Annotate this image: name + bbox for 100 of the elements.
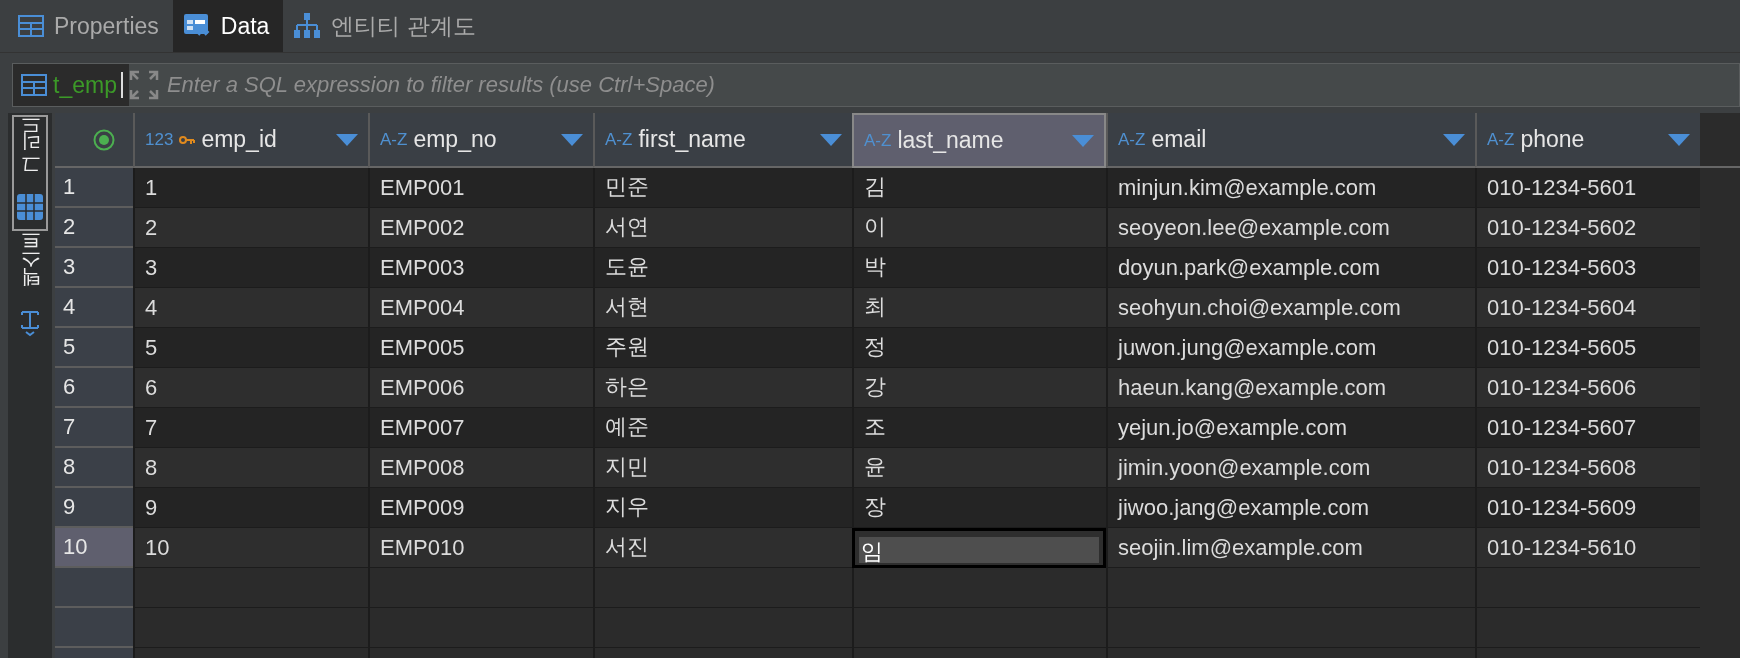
table-cell: 최 <box>852 288 1106 328</box>
table-cell: 2 <box>133 208 368 248</box>
table-cell: 주원 <box>593 328 852 368</box>
table-cell: 지우 <box>593 488 852 528</box>
table-cell: 010-1234-5606 <box>1475 368 1700 408</box>
table-cell: 서연 <box>593 208 852 248</box>
column-name: last_name <box>897 127 1005 154</box>
column-header[interactable]: A-Z email <box>1106 113 1475 168</box>
column-name: first_name <box>638 126 747 153</box>
table-icon <box>21 74 47 96</box>
column-header[interactable]: A-Z first_name <box>593 113 852 168</box>
table-cell: 010-1234-5602 <box>1475 208 1700 248</box>
row-number[interactable]: 2 <box>55 208 133 248</box>
tab[interactable]: Properties <box>8 0 173 52</box>
table-cell: 서진 <box>593 528 852 568</box>
table-cell: 010-1234-5603 <box>1475 248 1700 288</box>
column-name: emp_id <box>201 126 278 153</box>
column-header[interactable]: 123 emp_id <box>133 113 368 168</box>
table-cell: EMP009 <box>368 488 593 528</box>
table-cell: 이 <box>852 208 1106 248</box>
table-cell: EMP006 <box>368 368 593 408</box>
table-cell: 010-1234-5610 <box>1475 528 1700 568</box>
side-tab[interactable]: 그리드 <box>12 115 48 231</box>
grid-icon <box>16 193 44 221</box>
row-number[interactable]: 8 <box>55 448 133 488</box>
table-cell: jimin.yoon@example.com <box>1106 448 1475 488</box>
table-cell: 하은 <box>593 368 852 408</box>
table-cell: 010-1234-5608 <box>1475 448 1700 488</box>
table-cell: seoyeon.lee@example.com <box>1106 208 1475 248</box>
type-label: A-Z <box>380 129 408 150</box>
row-number[interactable]: 1 <box>55 168 133 208</box>
text-cursor-icon <box>20 309 40 339</box>
radio-icon[interactable] <box>93 128 115 151</box>
table-cell: juwon.jung@example.com <box>1106 328 1475 368</box>
table-cell: 10 <box>133 528 368 568</box>
table-cell: 민준 <box>593 168 852 208</box>
table-cell: 9 <box>133 488 368 528</box>
table-cell: 4 <box>133 288 368 328</box>
table-cell: 예준 <box>593 408 852 448</box>
table-cell: EMP008 <box>368 448 593 488</box>
side-tab[interactable]: 텍스트 <box>12 231 48 349</box>
table-cell: 010-1234-5609 <box>1475 488 1700 528</box>
filter-input[interactable]: Enter a SQL expression to filter results (use Ctrl+Space) <box>158 64 1739 106</box>
table-cell: 서현 <box>593 288 852 328</box>
table-cell: 010-1234-5601 <box>1475 168 1700 208</box>
table-cell: 박 <box>852 248 1106 288</box>
table-cell: 3 <box>133 248 368 288</box>
type-label: 123 <box>145 129 174 150</box>
table-cell: 지민 <box>593 448 852 488</box>
tab[interactable]: Data <box>172 0 284 52</box>
column-header[interactable]: A-Z emp_no <box>368 113 593 168</box>
table-cell: 010-1234-5607 <box>1475 408 1700 448</box>
row-number[interactable]: 5 <box>55 328 133 368</box>
row-number[interactable]: 3 <box>55 248 133 288</box>
tab[interactable]: 엔티티 관계도 <box>283 0 490 52</box>
table-cell: 7 <box>133 408 368 448</box>
row-number[interactable]: 7 <box>55 408 133 448</box>
column-header[interactable]: A-Z last_name <box>852 113 1106 168</box>
table-cell: jiwoo.jang@example.com <box>1106 488 1475 528</box>
dropdown-arrow-icon[interactable] <box>336 133 358 146</box>
filter-field[interactable]: t_emp Enter a SQL expression to filter results (use Ctrl+Space) <box>12 63 1740 107</box>
table-cell: minjun.kim@example.com <box>1106 168 1475 208</box>
expand-icon[interactable] <box>128 70 159 100</box>
table-cell: haeun.kang@example.com <box>1106 368 1475 408</box>
table-cell: yejun.jo@example.com <box>1106 408 1475 448</box>
type-label: A-Z <box>864 130 892 151</box>
table-cell: 장 <box>852 488 1106 528</box>
dropdown-arrow-icon[interactable] <box>1072 134 1094 147</box>
row-number[interactable]: 10 <box>55 528 133 568</box>
table-cell: EMP003 <box>368 248 593 288</box>
row-number[interactable]: 4 <box>55 288 133 328</box>
type-label: A-Z <box>605 129 633 150</box>
table-cell: 010-1234-5605 <box>1475 328 1700 368</box>
dropdown-arrow-icon[interactable] <box>561 133 583 146</box>
type-label: A-Z <box>1118 129 1146 150</box>
table-cell: EMP010 <box>368 528 593 568</box>
table-cell: 도윤 <box>593 248 852 288</box>
table-cell: 윤 <box>852 448 1106 488</box>
table-cell: doyun.park@example.com <box>1106 248 1475 288</box>
table-cell: 8 <box>133 448 368 488</box>
table-cell: 김 <box>852 168 1106 208</box>
column-name: emp_no <box>413 126 498 153</box>
dropdown-arrow-icon[interactable] <box>1668 133 1690 146</box>
column-name: phone <box>1520 126 1586 153</box>
table-cell: 정 <box>852 328 1106 368</box>
selected-cell: 임 <box>852 528 1106 568</box>
row-number[interactable]: 6 <box>55 368 133 408</box>
table-cell: EMP005 <box>368 328 593 368</box>
table-cell: 010-1234-5604 <box>1475 288 1700 328</box>
table-cell: 강 <box>852 368 1106 408</box>
table-cell: 1 <box>133 168 368 208</box>
row-number[interactable]: 9 <box>55 488 133 528</box>
dropdown-arrow-icon[interactable] <box>820 133 842 146</box>
table-cell: 5 <box>133 328 368 368</box>
dropdown-arrow-icon[interactable] <box>1443 133 1465 146</box>
hierarchy-icon <box>293 12 322 40</box>
table-cell: seojin.lim@example.com <box>1106 528 1475 568</box>
table-cell: 6 <box>133 368 368 408</box>
column-header[interactable]: A-Z phone <box>1475 113 1700 168</box>
text-cursor <box>120 72 123 98</box>
